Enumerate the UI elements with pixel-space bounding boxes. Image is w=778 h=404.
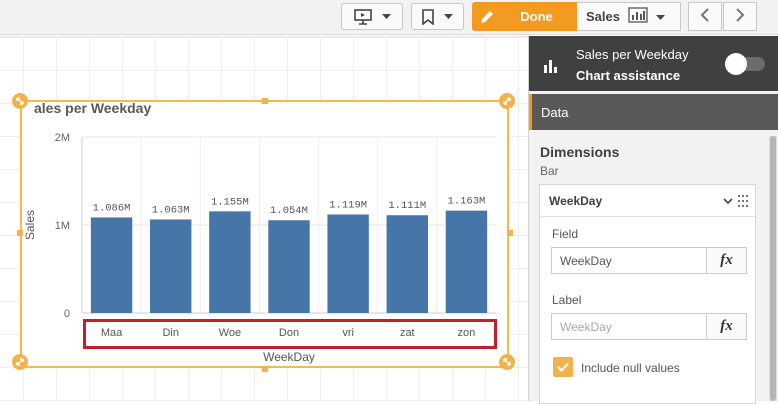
resize-arrow-icon	[16, 97, 24, 105]
data-label: 1.155M	[211, 196, 249, 208]
y-tick-label: 2M	[55, 132, 70, 144]
panel-scrollbar[interactable]	[769, 136, 777, 401]
resize-handle-bottom-right[interactable]	[499, 354, 515, 370]
panel-object-subtitle: Chart assistance	[576, 68, 681, 83]
dimensions-heading: Dimensions	[540, 144, 620, 160]
y-tick-label: 0	[64, 308, 70, 320]
tab-data[interactable]: Data	[529, 94, 778, 130]
bar	[90, 217, 133, 313]
dimension-card: WeekDay Field WeekDay fx Label WeekDay f…	[539, 184, 756, 404]
bar	[150, 219, 192, 313]
resize-arrow-icon	[16, 358, 24, 366]
sheet-chart-icon	[628, 7, 648, 26]
resize-arrow-icon	[503, 97, 511, 105]
field-expression-button[interactable]: fx	[706, 247, 747, 274]
bar-chart-icon	[543, 57, 561, 78]
panel-header: Sales per Weekday Chart assistance	[529, 36, 778, 91]
field-input[interactable]: WeekDay	[551, 247, 707, 274]
data-label: 1.111M	[388, 200, 426, 212]
resize-handle-right[interactable]	[507, 230, 513, 236]
label-label: Label	[552, 293, 582, 307]
chevron-down-icon[interactable]	[723, 194, 733, 208]
resize-handle-top-right[interactable]	[499, 93, 515, 109]
data-label: 1.163M	[448, 196, 486, 208]
sheet-selector-button[interactable]: Sales	[577, 2, 681, 31]
include-null-checkbox[interactable]	[553, 357, 573, 377]
bar	[445, 210, 488, 313]
chevron-left-icon	[700, 6, 710, 27]
data-label: 1.119M	[329, 200, 367, 212]
resize-arrow-icon	[503, 358, 511, 366]
resize-handle-left[interactable]	[17, 230, 23, 236]
bar	[386, 215, 428, 313]
panel-object-title: Sales per Weekday	[576, 47, 689, 62]
include-null-label: Include null values	[581, 361, 680, 375]
toggle-knob	[725, 53, 747, 75]
next-sheet-button[interactable]	[723, 2, 757, 31]
label-input[interactable]: WeekDay	[551, 313, 707, 340]
sheet-name: Sales	[586, 9, 620, 24]
resize-handle-top-left[interactable]	[12, 93, 28, 109]
y-axis-title: Sales	[23, 210, 37, 240]
bar	[268, 220, 310, 313]
properties-panel: Sales per Weekday Chart assistance Data …	[528, 36, 778, 404]
resize-handle-bottom[interactable]	[262, 366, 268, 372]
previous-sheet-button[interactable]	[688, 2, 722, 31]
label-expression-button[interactable]: fx	[706, 313, 747, 340]
chart-assistance-toggle[interactable]	[725, 53, 765, 75]
data-label: 1.054M	[270, 205, 308, 217]
dimensions-subheading: Bar	[540, 164, 559, 178]
drag-handle-icon[interactable]	[737, 194, 749, 211]
resize-handle-top[interactable]	[262, 98, 268, 104]
bar	[327, 214, 369, 313]
axis-labels-highlight	[83, 319, 497, 349]
resize-handle-bottom-left[interactable]	[12, 354, 28, 370]
scrollbar-thumb[interactable]	[770, 136, 776, 401]
chevron-right-icon	[735, 6, 745, 27]
dimension-name: WeekDay	[549, 193, 603, 208]
dropdown-caret-icon	[655, 9, 665, 24]
dimension-card-header[interactable]: WeekDay	[540, 185, 755, 217]
checkmark-icon	[557, 362, 569, 372]
y-tick-label: 1M	[55, 220, 70, 232]
tab-data-label: Data	[541, 104, 569, 120]
data-label: 1.063M	[152, 204, 190, 216]
chart-title: ales per Weekday	[34, 100, 152, 116]
field-label: Field	[552, 227, 579, 241]
bar	[209, 211, 251, 313]
x-axis-title: WeekDay	[263, 350, 315, 364]
data-label: 1.086M	[93, 202, 131, 214]
